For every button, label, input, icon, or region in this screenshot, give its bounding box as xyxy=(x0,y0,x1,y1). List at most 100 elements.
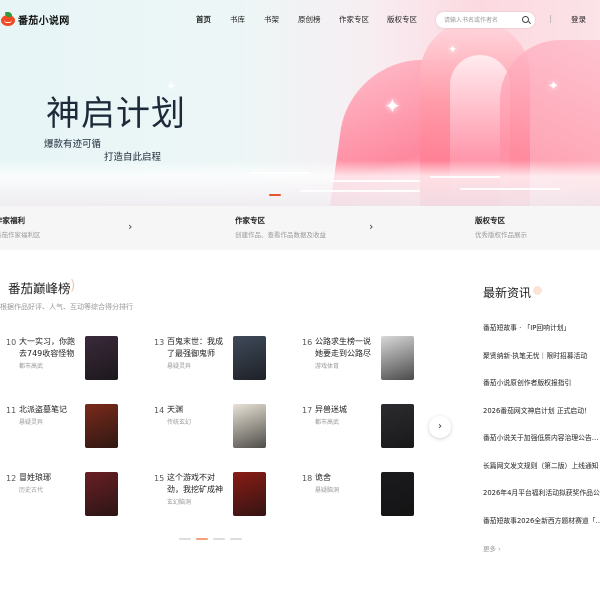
book-genre: 历史古代 xyxy=(19,487,44,494)
banner-subtitle: 爆款有迹可循 xyxy=(44,139,102,150)
rank-number: 14 xyxy=(154,406,165,415)
book-cover[interactable] xyxy=(233,472,266,516)
ranking-desc: 根据作品好评、人气、互动等综合得分排行 xyxy=(0,303,133,311)
book-cover[interactable] xyxy=(381,404,414,448)
book-title[interactable]: 冒姓琅琊 xyxy=(19,472,81,484)
rank-number: 17 xyxy=(302,406,313,415)
ripple xyxy=(300,190,420,192)
book-title[interactable]: 百鬼末世：我成了最强御鬼师 xyxy=(167,336,229,359)
ranking-book-item[interactable]: 16公路求生榜一说她要走到公路尽头游戏体育 xyxy=(302,336,442,386)
book-genre: 传统玄幻 xyxy=(167,419,192,426)
rank-number: 15 xyxy=(154,474,165,483)
feature-author-benefits[interactable]: 作家福利 番茄作家福利区 › xyxy=(0,206,140,250)
rank-number: 10 xyxy=(6,338,17,347)
news-item[interactable]: 番茄小说关于加强低质内容治理公告… xyxy=(483,432,599,442)
news-more-link[interactable]: 更多 › xyxy=(483,543,501,553)
nav-copyright-zone[interactable]: 版权专区 xyxy=(387,14,417,25)
feature-desc: 创建作品、查看作品数据及收益 xyxy=(235,231,326,239)
ranking-book-item[interactable]: 13 百鬼末世：我成了最强御鬼师 悬疑灵异 xyxy=(154,336,294,386)
news-item[interactable]: 番茄短故事2026全新西方题材赛道「… xyxy=(483,515,600,525)
banner-title: 神启计划 xyxy=(46,94,186,134)
book-cover[interactable] xyxy=(85,472,118,516)
feature-desc: 番茄作家福利区 xyxy=(0,231,41,239)
feature-title: 版权专区 xyxy=(475,216,505,225)
logo[interactable]: 番茄小说网 xyxy=(0,11,70,27)
news-deco-icon xyxy=(533,286,542,295)
book-title[interactable]: 大一实习，你跑去749收容怪物 xyxy=(19,336,81,359)
book-title[interactable]: 这个游戏不对劲，我挖矿成神 xyxy=(167,472,229,495)
rank-number: 12 xyxy=(6,474,17,483)
book-genre: 悬疑灵异 xyxy=(19,419,44,426)
banner-water xyxy=(0,160,600,206)
feature-author-zone[interactable]: 作家专区 创建作品、查看作品数据及收益 › xyxy=(235,206,380,250)
book-title[interactable]: 北派盗墓笔记 xyxy=(19,404,81,416)
book-title[interactable]: 异兽迷城 xyxy=(315,404,377,416)
rank-number: 18 xyxy=(302,474,313,483)
ranking-title: 番茄巅峰榜 xyxy=(8,281,71,296)
ranking-book-item[interactable]: 11 北派盗墓笔记悬疑灵异 xyxy=(6,404,146,454)
sparkle-icon: ✦ xyxy=(384,94,401,118)
book-title[interactable]: 公路求生榜一说她要走到公路尽头 xyxy=(315,336,377,359)
laurel-left-icon: ( xyxy=(0,278,1,294)
ranking-book-item[interactable]: 12 冒姓琅琊历史古代 xyxy=(6,472,146,522)
nav-library[interactable]: 书库 xyxy=(230,14,245,25)
nav-author-zone[interactable]: 作家专区 xyxy=(339,14,369,25)
book-cover[interactable] xyxy=(233,404,266,448)
book-genre: 都市高武 xyxy=(315,419,340,426)
rank-number: 11 xyxy=(6,406,17,415)
ripple xyxy=(330,180,420,182)
search-icon[interactable] xyxy=(522,16,529,23)
ranking-book-item[interactable]: 17 异兽迷城都市高武 xyxy=(302,404,442,454)
book-cover[interactable] xyxy=(233,336,266,380)
book-cover[interactable] xyxy=(85,336,118,380)
book-genre: 都市高武 xyxy=(19,363,44,370)
book-cover[interactable] xyxy=(381,336,414,380)
ranking-pager-dot[interactable] xyxy=(230,538,242,540)
book-genre: 悬疑灵异 xyxy=(167,363,192,370)
book-title[interactable]: 天渊 xyxy=(167,404,229,416)
feature-desc: 优秀版权作品展示 xyxy=(475,231,527,239)
ranking-pager-dot[interactable] xyxy=(213,538,225,540)
ranking-next-button[interactable]: › xyxy=(429,416,451,438)
logo-text: 番茄小说网 xyxy=(18,15,70,27)
book-cover[interactable] xyxy=(85,404,118,448)
book-title[interactable]: 诡舍 xyxy=(315,472,377,484)
news-item[interactable]: 聚贤纳新·执笔无忧｜限时招募活动 xyxy=(483,350,587,360)
news-item[interactable]: 2026年4月平台福利活动拟获奖作品公… xyxy=(483,487,600,497)
sparkle-icon: ✦ xyxy=(448,43,458,56)
book-genre: 悬疑脑洞 xyxy=(315,487,340,494)
feature-strip: 作家福利 番茄作家福利区 › 作家专区 创建作品、查看作品数据及收益 › 版权专… xyxy=(0,206,600,250)
ranking-book-item[interactable]: 10 大一实习，你跑去749收容怪物都市高武 xyxy=(6,336,146,386)
ranking-book-item[interactable]: 15 这个游戏不对劲，我挖矿成神玄幻脑洞 xyxy=(154,472,294,522)
ranking-book-item[interactable]: 14 天渊传统玄幻 xyxy=(154,404,294,454)
news-item[interactable]: 番茄小说原创作者版权报指引 xyxy=(483,377,571,387)
chevron-right-icon: › xyxy=(438,421,442,432)
feature-title: 作家福利 xyxy=(0,216,25,225)
nav-divider xyxy=(550,15,551,23)
ranking-pager-dot[interactable] xyxy=(179,538,191,540)
nav-bookshelf[interactable]: 书架 xyxy=(264,14,279,25)
ranking-pager-dot-active[interactable] xyxy=(196,538,208,540)
news-item[interactable]: 2026番茄网文神启计划 正式启动！ xyxy=(483,405,591,415)
login-link[interactable]: 登录 xyxy=(571,14,586,25)
news-title: 最新资讯 xyxy=(483,286,532,300)
banner-indicator-active[interactable] xyxy=(269,194,281,196)
ripple xyxy=(250,172,310,174)
sparkle-icon: ✦ xyxy=(548,79,559,94)
banner-subtitle: 打造自此启程 xyxy=(104,152,162,163)
book-cover[interactable] xyxy=(381,472,414,516)
search-input[interactable] xyxy=(444,15,520,25)
news-item[interactable]: 番茄短故事 · 「IP回响计划」 xyxy=(483,322,570,332)
top-nav: 番茄小说网 首页 书库 书架 原创榜 作家专区 版权专区 登录 xyxy=(0,0,600,40)
search-box[interactable] xyxy=(436,12,535,28)
nav-original-ranking[interactable]: 原创榜 xyxy=(298,14,321,25)
nav-home[interactable]: 首页 xyxy=(196,14,211,25)
news-item[interactable]: 长篇网文发文规则（第二版）上线通知 xyxy=(483,460,599,470)
chevron-right-icon: › xyxy=(369,220,374,233)
ranking-book-item[interactable]: 18 诡舍悬疑脑洞 xyxy=(302,472,442,522)
book-genre: 玄幻脑洞 xyxy=(167,499,192,506)
laurel-right-icon: ) xyxy=(70,278,76,294)
feature-title: 作家专区 xyxy=(235,216,265,225)
ripple xyxy=(430,176,500,178)
feature-copyright-zone[interactable]: 版权专区 优秀版权作品展示 xyxy=(475,206,600,250)
